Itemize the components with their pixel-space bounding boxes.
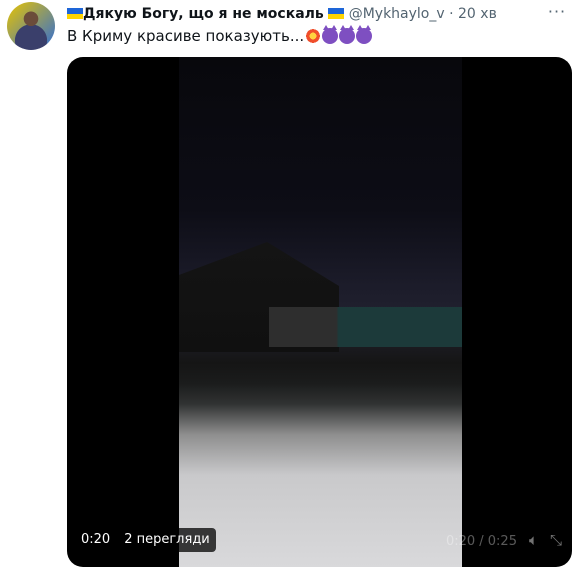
fullscreen-icon[interactable]: ⤡ bbox=[550, 528, 562, 552]
separator-dot: · bbox=[449, 6, 454, 22]
video-time-label: 0:20 / 0:25 bbox=[445, 534, 517, 549]
collision-icon bbox=[305, 28, 322, 44]
video-controls: 0:20 / 0:25 🔈︎ ⤡ bbox=[446, 528, 562, 552]
volume-icon[interactable]: 🔈︎ bbox=[529, 528, 538, 552]
ukraine-flag-icon bbox=[328, 8, 345, 19]
user-handle[interactable]: @Mykhaylo_v bbox=[349, 6, 445, 22]
ukraine-flag-icon bbox=[67, 8, 83, 19]
display-name[interactable]: Дякую Богу, що я не москаль bbox=[83, 6, 324, 22]
avatar[interactable] bbox=[7, 2, 55, 50]
tweet-header: Дякую Богу, що я не москаль @Mykhaylo_v … bbox=[67, 5, 497, 23]
more-options-button[interactable]: ··· bbox=[546, 2, 568, 21]
smiling-devil-icon bbox=[356, 25, 373, 44]
tweet-text-row: В Криму красиве показують... bbox=[67, 25, 373, 46]
tweet-text: В Криму красиве показують... bbox=[67, 27, 305, 45]
video-info-pill: 0:20 2 перегляди bbox=[75, 528, 216, 552]
smiling-devil-icon bbox=[339, 25, 356, 44]
smiling-devil-icon bbox=[322, 25, 339, 44]
video-scene-fence bbox=[269, 307, 462, 347]
view-count: 2 перегляди bbox=[124, 532, 210, 547]
video-elapsed: 0:20 bbox=[81, 532, 111, 547]
video-frame bbox=[179, 57, 462, 567]
video-player[interactable]: 0:20 2 перегляди 0:20 / 0:25 🔈︎ ⤡ bbox=[67, 57, 572, 567]
tweet-timestamp[interactable]: 20 хв bbox=[458, 6, 497, 22]
